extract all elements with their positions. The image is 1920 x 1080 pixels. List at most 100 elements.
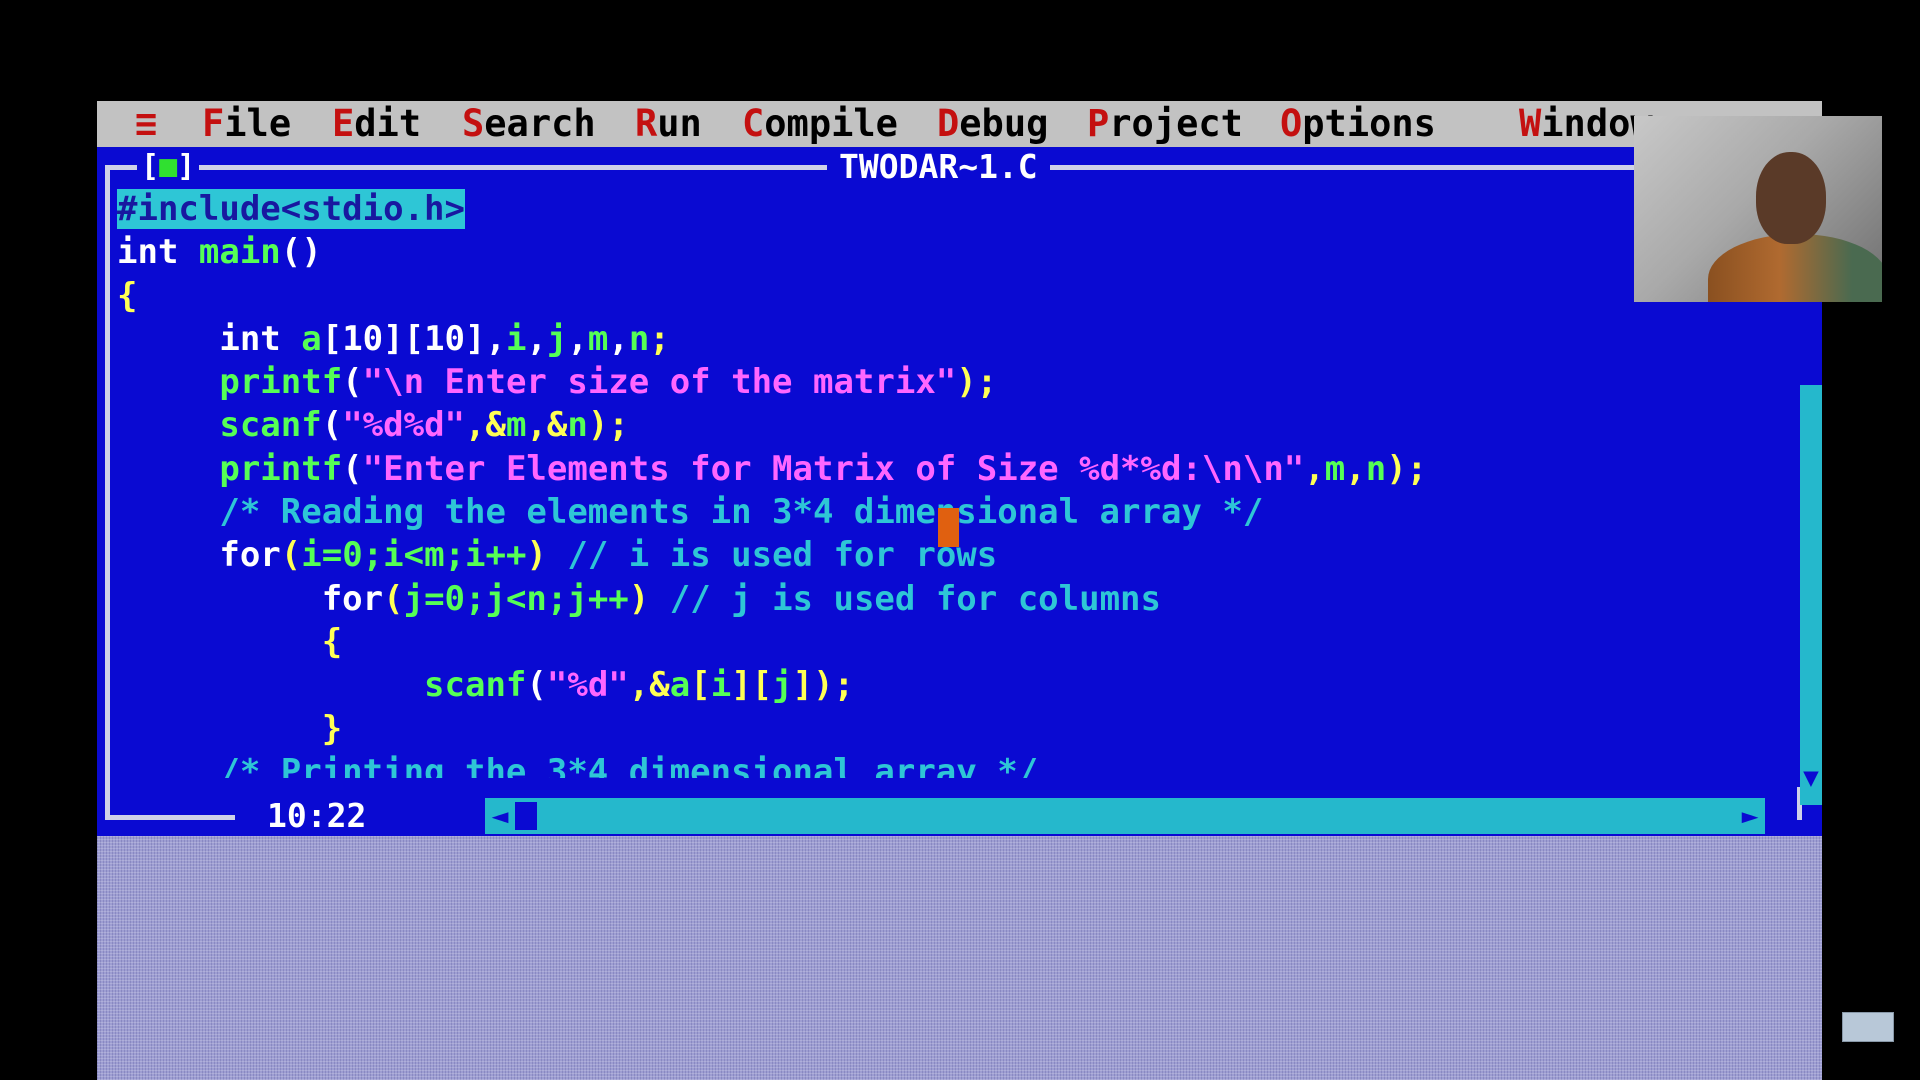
video-thumbnail[interactable] bbox=[1842, 1012, 1894, 1042]
code-token: int bbox=[117, 232, 199, 273]
code-token: /* Printing the 3*4 dimensional array */ bbox=[117, 751, 1039, 778]
code-line: #include<stdio.h> bbox=[117, 188, 1802, 231]
code-token: ,& bbox=[526, 405, 568, 446]
code-token: [ bbox=[690, 665, 711, 706]
code-token: ( bbox=[342, 448, 363, 489]
turbo-c-ide: ≡ File Edit Search Run Compile Debug Pro… bbox=[97, 101, 1822, 1080]
code-line: { bbox=[117, 621, 1802, 664]
code-token: for bbox=[117, 535, 281, 576]
code-token: printf bbox=[117, 362, 343, 403]
code-token: printf bbox=[117, 448, 343, 489]
menu-compile[interactable]: Compile bbox=[742, 101, 898, 147]
code-token: ) bbox=[628, 578, 670, 619]
menu-edit[interactable]: Edit bbox=[332, 101, 421, 147]
code-token: /* Reading the elements in 3*4 dimension… bbox=[117, 492, 1264, 533]
horizontal-scrollbar[interactable]: ◄ ► bbox=[485, 798, 1765, 834]
code-token: , bbox=[567, 318, 588, 359]
code-token: ); bbox=[1386, 448, 1428, 489]
code-token: { bbox=[117, 275, 138, 316]
window-frame-left bbox=[105, 165, 110, 820]
code-token: [10][10], bbox=[321, 318, 506, 359]
close-box[interactable]: [■] bbox=[137, 147, 200, 187]
scroll-thumb[interactable] bbox=[515, 802, 537, 830]
menu-project[interactable]: Project bbox=[1087, 101, 1243, 147]
menu-bar: ≡ File Edit Search Run Compile Debug Pro… bbox=[97, 101, 1822, 147]
code-token: ( bbox=[526, 665, 547, 706]
webcam-overlay bbox=[1634, 116, 1882, 302]
menu-options[interactable]: Options bbox=[1280, 101, 1436, 147]
code-token: "\n Enter size of the matrix" bbox=[362, 362, 957, 403]
code-line: scanf("%d%d",&m,&n); bbox=[117, 404, 1802, 447]
code-token: for bbox=[117, 578, 384, 619]
code-token: ) bbox=[526, 535, 568, 576]
code-token: } bbox=[117, 708, 343, 749]
menu-file[interactable]: File bbox=[202, 101, 291, 147]
vertical-scrollbar[interactable] bbox=[1800, 385, 1822, 805]
code-token: m bbox=[1324, 448, 1346, 489]
scroll-right-icon[interactable]: ► bbox=[1735, 798, 1765, 834]
code-token: n bbox=[567, 405, 588, 446]
desktop-background bbox=[97, 836, 1822, 1080]
code-line: printf("\n Enter size of the matrix"); bbox=[117, 361, 1802, 404]
code-token: ]); bbox=[792, 665, 855, 706]
code-line: /* Printing the 3*4 dimensional array */ bbox=[117, 751, 1802, 778]
code-token: "%d" bbox=[546, 665, 629, 706]
code-token: ); bbox=[956, 362, 998, 403]
code-token: ( bbox=[342, 362, 363, 403]
scroll-down-icon[interactable]: ▼ bbox=[1800, 765, 1822, 791]
code-line: { bbox=[117, 275, 1802, 318]
presenter-head bbox=[1756, 152, 1826, 244]
code-token: int bbox=[117, 318, 302, 359]
close-icon: ■ bbox=[159, 149, 178, 184]
code-token: main bbox=[198, 232, 281, 273]
menu-run[interactable]: Run bbox=[635, 101, 702, 147]
menu-debug[interactable]: Debug bbox=[937, 101, 1048, 147]
code-token: scanf bbox=[117, 665, 527, 706]
presenter-body bbox=[1708, 234, 1882, 302]
code-token: #include<stdio.h> bbox=[117, 189, 465, 229]
code-token: ( bbox=[321, 405, 343, 446]
code-token: scanf bbox=[117, 405, 322, 446]
code-area[interactable]: #include<stdio.h> int main(){ int a[10][1… bbox=[117, 188, 1802, 778]
code-token: n bbox=[628, 318, 650, 359]
code-token: m bbox=[505, 405, 527, 446]
code-token: i=0;i<m;i++ bbox=[301, 535, 527, 576]
code-token: ( bbox=[383, 578, 404, 619]
cursor-position: 10:22 bbox=[257, 796, 377, 836]
code-line: } bbox=[117, 708, 1802, 751]
editor-window: [■] TWODAR~1.C #include<stdio.h> int main… bbox=[97, 147, 1822, 836]
code-token: a bbox=[669, 665, 691, 706]
code-token: , bbox=[1345, 448, 1366, 489]
code-token: // j is used for columns bbox=[669, 578, 1161, 619]
code-token: // i is used for rows bbox=[567, 535, 998, 576]
code-token: ; bbox=[649, 318, 670, 359]
code-line: int main() bbox=[117, 231, 1802, 274]
system-menu-icon[interactable]: ≡ bbox=[135, 101, 157, 147]
code-token: j bbox=[772, 665, 793, 706]
menu-window[interactable]: Window bbox=[1519, 101, 1653, 147]
code-token: , bbox=[608, 318, 629, 359]
code-line: /* Reading the elements in 3*4 dimension… bbox=[117, 491, 1802, 534]
code-token: ( bbox=[280, 535, 302, 576]
code-line: int a[10][10],i,j,m,n; bbox=[117, 318, 1802, 361]
code-token: "%d%d" bbox=[342, 405, 466, 446]
text-cursor bbox=[938, 508, 959, 547]
code-token: { bbox=[117, 621, 343, 662]
code-line: for(i=0;i<m;i++) // i is used for rows bbox=[117, 534, 1802, 577]
code-token: () bbox=[280, 232, 322, 273]
code-token: , bbox=[1304, 448, 1325, 489]
code-line: scanf("%d",&a[i][j]); bbox=[117, 664, 1802, 707]
menu-search[interactable]: Search bbox=[462, 101, 596, 147]
code-token: ,& bbox=[628, 665, 670, 706]
code-line: printf("Enter Elements for Matrix of Siz… bbox=[117, 448, 1802, 491]
code-token: "Enter Elements for Matrix of Size %d*%d… bbox=[362, 448, 1305, 489]
code-token: j=0;j<n;j++ bbox=[403, 578, 629, 619]
code-token: i bbox=[710, 665, 732, 706]
code-token: m bbox=[587, 318, 609, 359]
window-title: TWODAR~1.C bbox=[827, 147, 1050, 187]
code-token: a bbox=[301, 318, 322, 359]
code-line: for(j=0;j<n;j++) // j is used for column… bbox=[117, 578, 1802, 621]
code-token: ,& bbox=[465, 405, 506, 446]
code-token: , bbox=[526, 318, 547, 359]
scroll-left-icon[interactable]: ◄ bbox=[485, 798, 515, 834]
